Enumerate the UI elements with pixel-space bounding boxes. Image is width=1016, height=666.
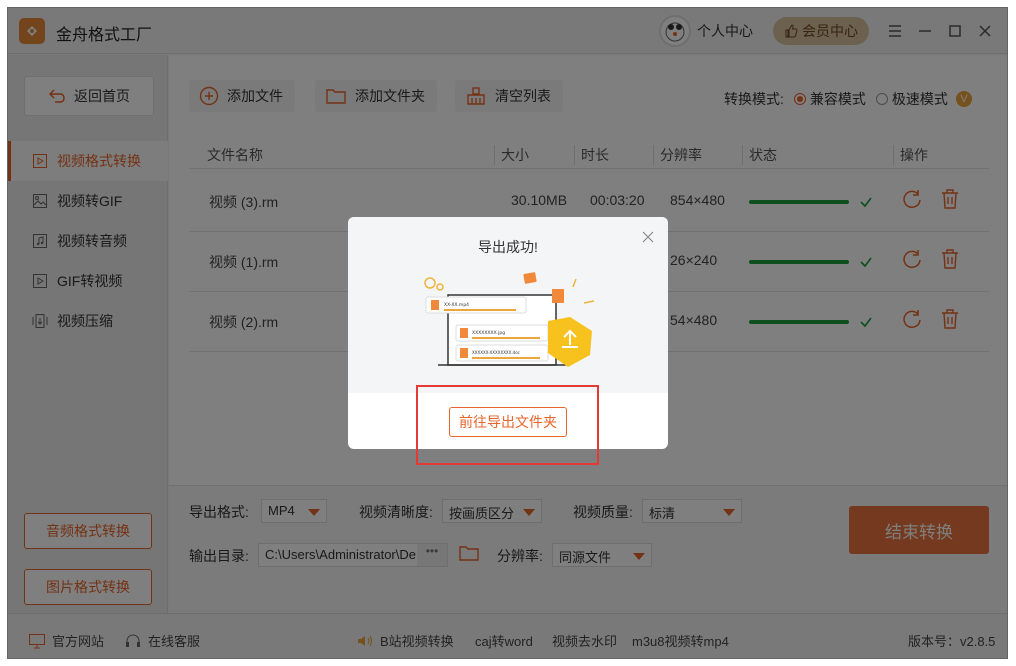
illustration-file-name: XXXXXX-XXXXXXXX.doc xyxy=(472,350,520,355)
modal-title: 导出成功! xyxy=(478,239,538,255)
modal-illustration-area: 导出成功! XX-XX.mp4 XXXXXXXX.jpg XXXXXX-XXXX… xyxy=(348,217,668,393)
illustration-file-name: XXXXXXXX.jpg xyxy=(472,330,505,336)
export-success-illustration: XX-XX.mp4 XXXXXXXX.jpg XXXXXX-XXXXXXXX.d… xyxy=(424,272,595,367)
close-icon[interactable] xyxy=(642,231,654,243)
highlight-box xyxy=(416,385,599,465)
illustration-file-name: XX-XX.mp4 xyxy=(444,302,469,308)
